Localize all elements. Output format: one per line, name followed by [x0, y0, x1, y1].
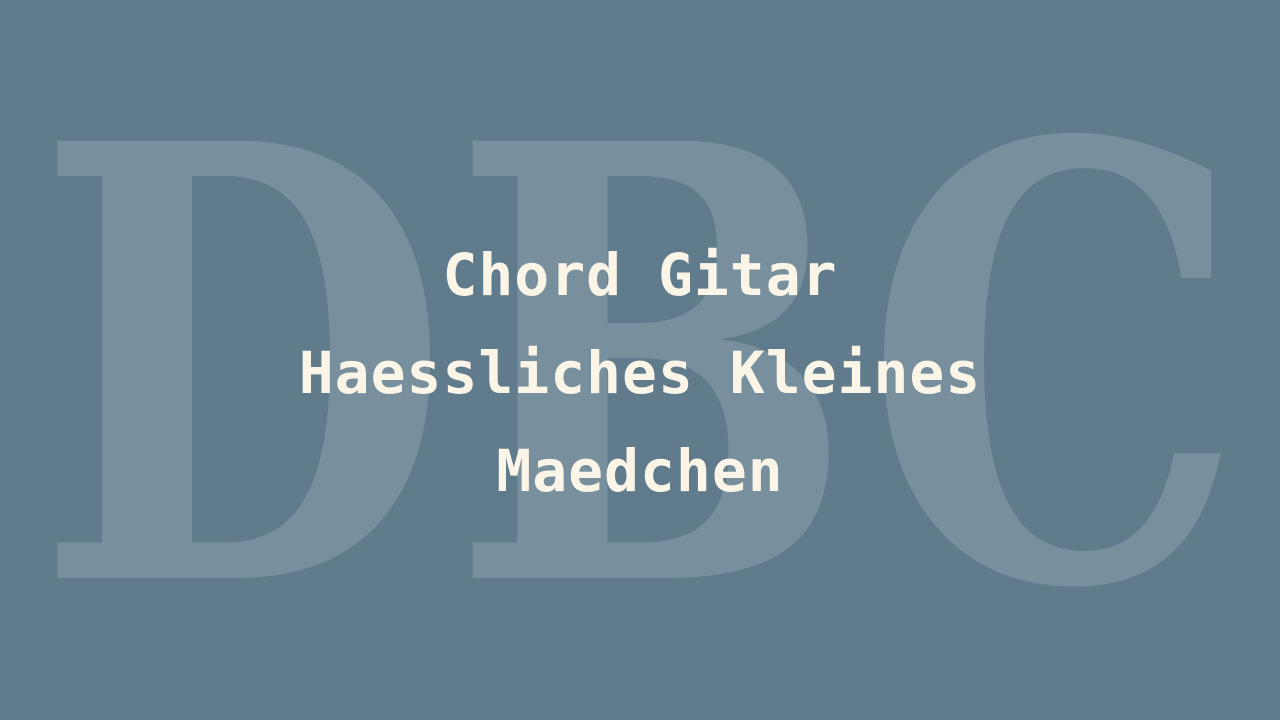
post-title: Chord Gitar Haessliches Kleines Maedchen	[140, 226, 1140, 520]
title-line-3: Maedchen	[496, 437, 784, 505]
thumbnail-canvas: DBC Chord Gitar Haessliches Kleines Maed…	[0, 0, 1280, 720]
title-line-2: Haessliches Kleines	[298, 339, 982, 407]
title-line-1: Chord Gitar	[442, 241, 838, 309]
